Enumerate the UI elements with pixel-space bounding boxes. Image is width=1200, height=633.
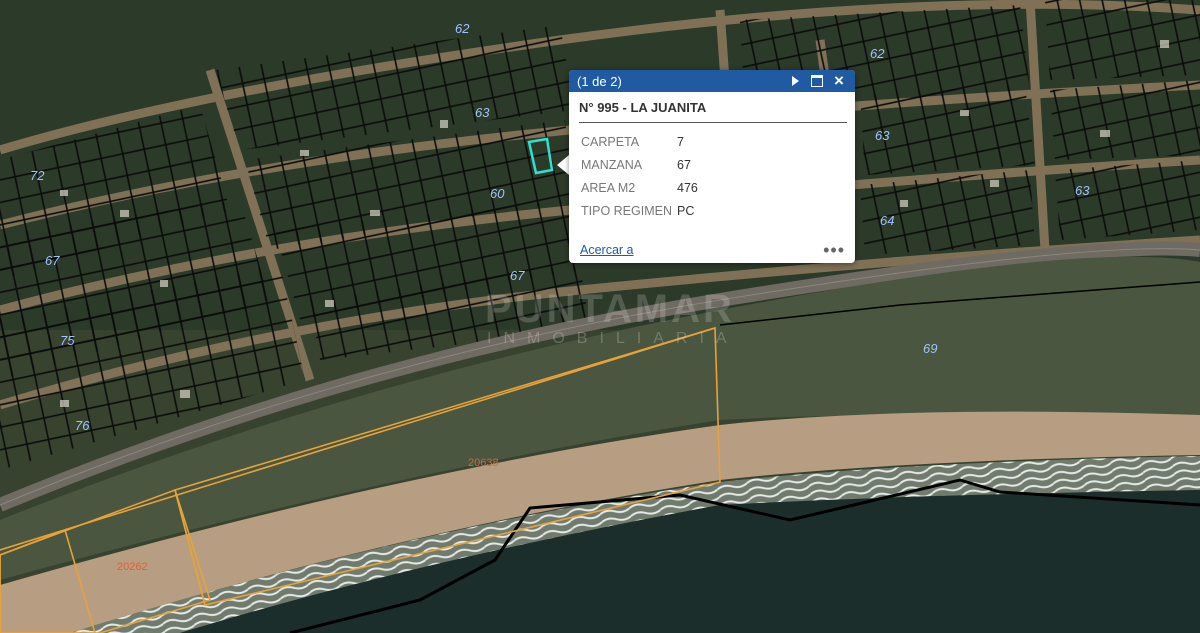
popup-header: (1 de 2) ×	[569, 70, 855, 92]
block-label: 60	[490, 186, 505, 201]
popup-footer: Acercar a •••	[580, 241, 845, 259]
block-label: 63	[475, 105, 490, 120]
watermark-subtitle: INMOBILIARIA	[487, 330, 739, 347]
attribute-value: 7	[677, 134, 684, 149]
block-label: 67	[45, 253, 60, 268]
maximize-button[interactable]	[807, 72, 827, 90]
attribute-key: TIPO REGIMEN	[581, 203, 672, 218]
block-label: 75	[60, 333, 75, 348]
popup-title: N° 995 - LA JUANITA	[579, 100, 847, 123]
attribute-row: AREA M2 476	[581, 176, 698, 199]
popup-counter: (1 de 2)	[577, 73, 622, 89]
close-button[interactable]: ×	[829, 72, 849, 90]
block-label: 62	[455, 21, 470, 36]
watermark-title: PUNTAMAR	[485, 287, 735, 331]
attribute-value: 67	[677, 157, 691, 172]
attribute-row: MANZANA 67	[581, 153, 698, 176]
parcel-label: 20262	[117, 561, 148, 573]
play-icon	[791, 76, 799, 86]
next-feature-button[interactable]	[785, 72, 805, 90]
zoom-to-link[interactable]: Acercar a	[580, 243, 634, 257]
block-label: 63	[1075, 183, 1090, 198]
attribute-key: CARPETA	[581, 134, 640, 149]
block-label: 76	[75, 418, 90, 433]
attribute-key: MANZANA	[581, 157, 643, 172]
block-label: 69	[923, 341, 937, 356]
block-label: 63	[875, 128, 890, 143]
block-label: 62	[870, 46, 885, 61]
attribute-row: TIPO REGIMEN PC	[581, 199, 698, 222]
attribute-table: CARPETA 7 MANZANA 67 AREA M2 476 TIPO RE…	[581, 130, 698, 222]
maximize-icon	[811, 75, 823, 87]
more-options-button[interactable]: •••	[823, 241, 845, 259]
parcel-label: 20638	[468, 457, 499, 469]
attribute-row: CARPETA 7	[581, 130, 698, 153]
block-label: 67	[510, 268, 525, 283]
block-label: 72	[30, 168, 45, 183]
attribute-key: AREA M2	[581, 180, 636, 195]
popup-pointer	[557, 155, 569, 175]
attribute-value: PC	[677, 203, 695, 218]
block-label: 64	[880, 213, 894, 228]
attribute-value: 476	[677, 180, 698, 195]
feature-popup: (1 de 2) × N° 995 - LA JUANITA CARPETA 7…	[569, 70, 855, 263]
close-icon: ×	[834, 71, 844, 90]
